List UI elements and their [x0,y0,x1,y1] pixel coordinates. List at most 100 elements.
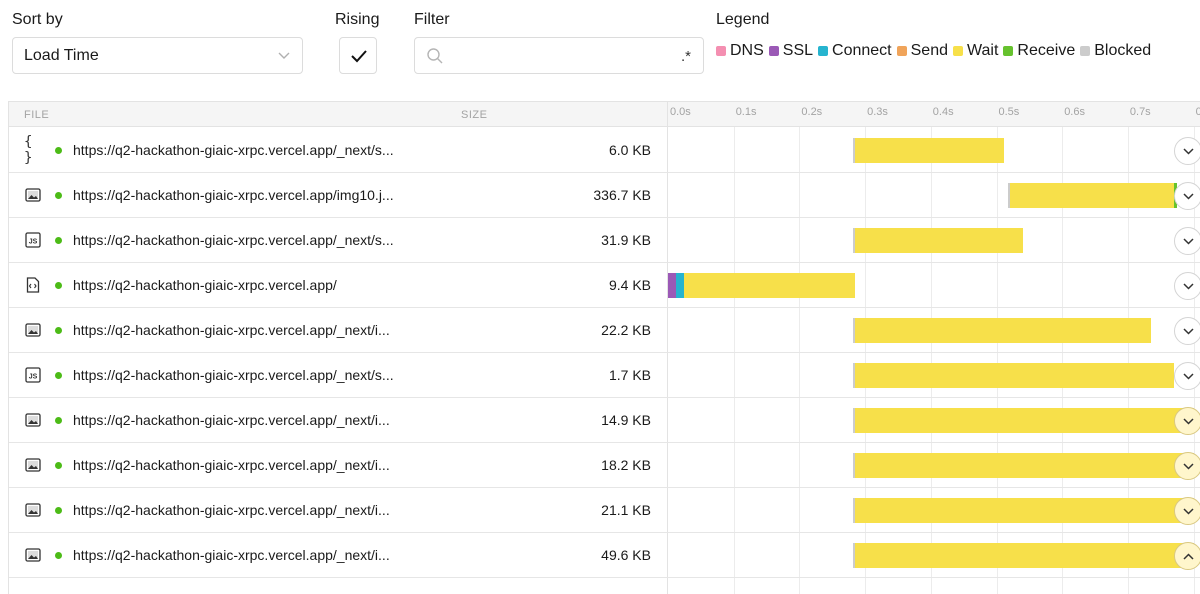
table-row[interactable]: https://q2-hackathon-giaic-xrpc.vercel.a… [9,173,1200,218]
timing-segment-wait [855,363,1174,388]
request-url[interactable]: https://q2-hackathon-giaic-xrpc.vercel.a… [73,232,394,248]
timing-bar[interactable] [668,128,1200,173]
legend-swatch [953,46,963,56]
regex-toggle[interactable]: .* [681,48,691,65]
chevron-down-icon [1183,463,1194,470]
status-dot-icon [55,192,62,199]
timing-segment-wait [855,408,1194,433]
sort-by-select[interactable]: Load Time [12,37,303,74]
request-size: 336.7 KB [593,187,651,203]
timeline-tick-label: 0.2s [801,106,823,118]
legend-item-wait: Wait [953,42,998,60]
timing-segment-wait [855,228,1023,253]
search-icon [427,48,443,64]
legend-text: Connect [832,42,892,59]
table-row[interactable]: { } https://q2-hackathon-giaic-xrpc.verce… [9,128,1200,173]
table-row[interactable]: https://q2-hackathon-giaic-xrpc.vercel.a… [9,308,1200,353]
timing-bar[interactable] [668,353,1200,398]
legend-item-send: Send [896,42,948,60]
status-dot-icon [55,282,62,289]
table-row[interactable]: https://q2-hackathon-giaic-xrpc.vercel.a… [9,488,1200,533]
status-dot-icon [55,327,62,334]
chevron-down-icon [278,52,290,59]
legend-swatch [716,46,726,56]
table-row[interactable]: JS https://q2-hackathon-giaic-xrpc.vercel… [9,353,1200,398]
request-url[interactable]: https://q2-hackathon-giaic-xrpc.vercel.a… [73,412,390,428]
request-size: 18.2 KB [601,457,651,473]
chevron-down-icon [1183,508,1194,515]
row-expand-button[interactable] [1174,227,1200,255]
request-size: 49.6 KB [601,547,651,563]
timing-bar[interactable] [668,218,1200,263]
checkmark-icon [351,50,367,63]
timing-bar[interactable] [668,533,1200,578]
request-url[interactable]: https://q2-hackathon-giaic-xrpc.vercel.a… [73,142,394,158]
document-icon [24,276,42,294]
request-url[interactable]: https://q2-hackathon-giaic-xrpc.vercel.a… [73,457,390,473]
request-size: 6.0 KB [608,142,651,158]
rising-label: Rising [335,11,380,28]
row-expand-button[interactable] [1174,137,1200,165]
row-expand-button[interactable] [1174,362,1200,390]
chevron-down-icon [1183,238,1194,245]
chevron-up-icon [1183,553,1194,560]
filter-input[interactable] [451,44,671,68]
timeline-tick-label: 0.4s [932,106,954,118]
timing-bar[interactable] [668,263,1200,308]
file-column-header[interactable]: FILE [24,109,49,121]
row-expand-button[interactable] [1174,182,1200,210]
chevron-down-icon [1183,328,1194,335]
timeline-tick-label: 0.3s [867,106,888,118]
status-dot-icon [55,372,62,379]
filter-label: Filter [414,11,450,28]
request-url[interactable]: https://q2-hackathon-giaic-xrpc.vercel.a… [73,322,390,338]
timing-bar[interactable] [668,443,1200,488]
row-expand-button[interactable] [1174,542,1200,570]
table-row[interactable]: https://q2-hackathon-giaic-xrpc.vercel.a… [9,533,1200,578]
table-row[interactable]: https://q2-hackathon-giaic-xrpc.vercel.a… [9,443,1200,488]
chevron-down-icon [1183,283,1194,290]
timing-bar[interactable] [668,308,1200,353]
size-column-header[interactable]: SIZE [461,109,487,121]
request-url[interactable]: https://q2-hackathon-giaic-xrpc.vercel.a… [73,277,337,293]
legend-text: Wait [967,42,999,59]
image-icon [24,546,42,564]
legend-text: Receive [1017,42,1076,59]
js-icon: JS [24,366,42,384]
timing-bar[interactable] [668,398,1200,443]
table-row[interactable]: https://q2-hackathon-giaic-xrpc.vercel.a… [9,398,1200,443]
timing-segment-wait [855,453,1194,478]
table-header: FILE SIZE 0.0s 0.1s 0.2s 0.3s 0.4s 0.5s 0.6s 0.… [9,102,1200,127]
image-icon [24,186,42,204]
request-size: 21.1 KB [601,502,651,518]
row-expand-button[interactable] [1174,317,1200,345]
timing-segment-wait [855,138,1005,163]
legend-swatch [1003,46,1014,56]
timing-bar[interactable] [668,488,1200,533]
image-icon [24,411,42,429]
request-size: 1.7 KB [608,367,651,383]
legend-text: DNS [730,42,764,59]
row-expand-button[interactable] [1174,272,1200,300]
request-url[interactable]: https://q2-hackathon-giaic-xrpc.vercel.a… [73,547,390,563]
status-dot-icon [55,237,62,244]
row-expand-button[interactable] [1174,497,1200,525]
status-dot-icon [55,507,62,514]
request-url[interactable]: https://q2-hackathon-giaic-xrpc.vercel.a… [73,502,390,518]
legend: DNS SSL Connect Send Wait Receive Blocked [716,42,1156,60]
image-icon [24,321,42,339]
row-expand-button[interactable] [1174,452,1200,480]
legend-item-receive: Receive [1003,42,1075,60]
image-icon [24,456,42,474]
request-url[interactable]: https://q2-hackathon-giaic-xrpc.vercel.a… [73,367,394,383]
timing-segment-wait [1010,183,1174,208]
row-expand-button[interactable] [1174,407,1200,435]
rising-checkbox[interactable] [339,37,377,74]
timing-segment-wait [855,543,1194,568]
timing-bar[interactable] [668,173,1200,218]
table-row[interactable]: https://q2-hackathon-giaic-xrpc.vercel.a… [9,263,1200,308]
timing-segment-connect [675,273,685,298]
table-row[interactable]: JS https://q2-hackathon-giaic-xrpc.vercel… [9,218,1200,263]
request-url[interactable]: https://q2-hackathon-giaic-xrpc.vercel.a… [73,187,394,203]
timeline-tick-label: 0.6s [1064,106,1085,118]
